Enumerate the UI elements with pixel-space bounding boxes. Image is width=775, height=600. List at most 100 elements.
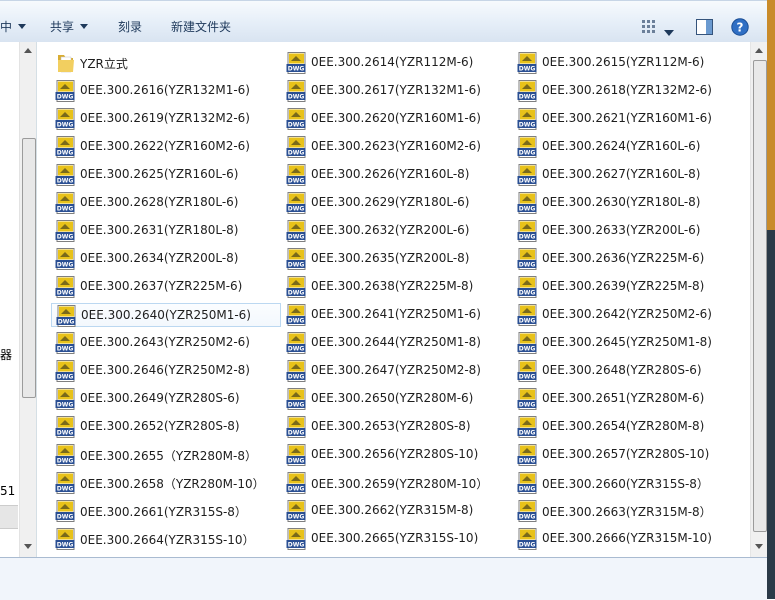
svg-text:DWG: DWG [288,402,305,409]
file-item[interactable]: DWG 0EE.300.2629(YZR180L-6) [282,191,512,215]
file-name: 0EE.300.2618(YZR132M2-6) [542,83,712,97]
dwg-file-icon: DWG [286,164,308,186]
dwg-file-icon: DWG [55,500,77,522]
nav-scrollbar[interactable] [19,42,36,557]
dwg-file-icon: DWG [517,220,539,242]
file-item[interactable]: DWG 0EE.300.2640(YZR250M1-6) [51,303,281,327]
preview-pane-icon[interactable] [696,19,713,38]
file-item[interactable]: DWG 0EE.300.2651(YZR280M-6) [513,387,743,411]
view-options-chevron-down-icon[interactable] [664,25,674,39]
background-window-strip [767,0,775,230]
file-item[interactable]: DWG 0EE.300.2660(YZR315S-8） [513,471,743,495]
file-name: 0EE.300.2623(YZR160M2-6) [311,139,481,153]
file-name: 0EE.300.2663(YZR315M-8） [542,505,712,519]
file-item[interactable]: DWG 0EE.300.2625(YZR160L-6) [51,163,281,187]
folder-item[interactable]: YZR立式 [51,51,281,75]
file-item[interactable]: DWG 0EE.300.2639(YZR225M-8) [513,275,743,299]
file-item[interactable]: DWG 0EE.300.2630(YZR180L-8) [513,191,743,215]
file-item[interactable]: DWG 0EE.300.2653(YZR280S-8) [282,415,512,439]
file-item[interactable]: DWG 0EE.300.2638(YZR225M-8) [282,275,512,299]
file-item[interactable]: DWG 0EE.300.2659(YZR280M-10） [282,471,512,495]
file-item[interactable]: DWG 0EE.300.2666(YZR315M-10) [513,527,743,551]
file-item[interactable]: DWG 0EE.300.2652(YZR280S-8) [51,415,281,439]
file-list-scrollbar[interactable] [750,42,768,557]
file-item[interactable]: DWG 0EE.300.2615(YZR112M-6) [513,51,743,75]
file-item[interactable]: DWG 0EE.300.2620(YZR160M1-6) [282,107,512,131]
file-list-scrollbar-thumb[interactable] [753,60,767,532]
file-item[interactable]: DWG 0EE.300.2635(YZR200L-8) [282,247,512,271]
file-item[interactable]: DWG 0EE.300.2637(YZR225M-6) [51,275,281,299]
file-name: 0EE.300.2615(YZR112M-6) [542,55,705,69]
svg-text:DWG: DWG [57,430,74,437]
file-item[interactable]: DWG 0EE.300.2656(YZR280S-10) [282,443,512,467]
file-item[interactable]: DWG 0EE.300.2648(YZR280S-6) [513,359,743,383]
organize-button[interactable]: 中 [0,1,27,42]
file-item[interactable]: DWG 0EE.300.2616(YZR132M1-6) [51,79,281,103]
file-name: 0EE.300.2614(YZR112M-6) [311,55,474,69]
file-item[interactable]: DWG 0EE.300.2650(YZR280M-6) [282,387,512,411]
nav-item-partial[interactable]: 器 [0,346,12,363]
file-item[interactable]: DWG 0EE.300.2622(YZR160M2-6) [51,135,281,159]
file-name: 0EE.300.2634(YZR200L-8) [80,251,239,265]
file-item[interactable]: DWG 0EE.300.2623(YZR160M2-6) [282,135,512,159]
file-item[interactable]: DWG 0EE.300.2631(YZR180L-8) [51,219,281,243]
file-item[interactable]: DWG 0EE.300.2636(YZR225M-6) [513,247,743,271]
file-item[interactable]: DWG 0EE.300.2619(YZR132M2-6) [51,107,281,131]
file-item[interactable]: DWG 0EE.300.2644(YZR250M1-8) [282,331,512,355]
file-name: 0EE.300.2621(YZR160M1-6) [542,111,712,125]
file-name: 0EE.300.2665(YZR315S-10) [311,531,479,545]
file-item[interactable]: DWG 0EE.300.2657(YZR280S-10) [513,443,743,467]
file-item[interactable]: DWG 0EE.300.2658（YZR280M-10） [51,471,281,495]
scroll-down-icon[interactable] [24,544,32,549]
file-name: 0EE.300.2664(YZR315S-10） [80,533,255,547]
file-item[interactable]: DWG 0EE.300.2634(YZR200L-8) [51,247,281,271]
file-item[interactable]: DWG 0EE.300.2661(YZR315S-8） [51,499,281,523]
file-item[interactable]: DWG 0EE.300.2632(YZR200L-6) [282,219,512,243]
scroll-down-icon[interactable] [755,544,763,549]
file-item[interactable]: DWG 0EE.300.2662(YZR315M-8) [282,499,512,523]
share-button[interactable]: 共享 [50,1,89,42]
svg-text:DWG: DWG [288,150,305,157]
file-item[interactable]: DWG 0EE.300.2665(YZR315S-10) [282,527,512,551]
file-item[interactable]: DWG 0EE.300.2654(YZR280M-8) [513,415,743,439]
file-item[interactable]: DWG 0EE.300.2624(YZR160L-6) [513,135,743,159]
file-name: 0EE.300.2624(YZR160L-6) [542,139,701,153]
file-item[interactable]: DWG 0EE.300.2643(YZR250M2-6) [51,331,281,355]
file-name: 0EE.300.2636(YZR225M-6) [542,251,705,265]
dwg-file-icon: DWG [517,388,539,410]
dwg-file-icon: DWG [517,136,539,158]
file-item[interactable]: DWG 0EE.300.2627(YZR160L-8) [513,163,743,187]
svg-text:DWG: DWG [288,542,305,549]
svg-text:DWG: DWG [288,374,305,381]
file-item[interactable]: DWG 0EE.300.2621(YZR160M1-6) [513,107,743,131]
scroll-up-icon[interactable] [755,48,763,53]
svg-text:DWG: DWG [288,430,305,437]
help-icon[interactable]: ? [731,18,749,39]
nav-selected-item[interactable] [0,505,18,529]
file-item[interactable]: DWG 0EE.300.2633(YZR200L-6) [513,219,743,243]
file-item[interactable]: DWG 0EE.300.2628(YZR180L-6) [51,191,281,215]
file-item[interactable]: DWG 0EE.300.2664(YZR315S-10） [51,527,281,551]
view-tiles-icon[interactable] [641,19,657,38]
svg-text:DWG: DWG [519,542,536,549]
new-folder-button[interactable]: 新建文件夹 [171,1,231,42]
file-item[interactable]: DWG 0EE.300.2646(YZR250M2-8) [51,359,281,383]
burn-button[interactable]: 刻录 [118,1,142,42]
nav-item-partial-2[interactable]: 51 [0,484,15,498]
dwg-file-icon: DWG [55,444,77,466]
file-item[interactable]: DWG 0EE.300.2641(YZR250M1-6) [282,303,512,327]
file-item[interactable]: DWG 0EE.300.2649(YZR280S-6) [51,387,281,411]
file-item[interactable]: DWG 0EE.300.2618(YZR132M2-6) [513,79,743,103]
scroll-up-icon[interactable] [24,48,32,53]
file-item[interactable]: DWG 0EE.300.2645(YZR250M1-8) [513,331,743,355]
file-item[interactable]: DWG 0EE.300.2663(YZR315M-8） [513,499,743,523]
nav-scrollbar-thumb[interactable] [22,138,36,398]
file-item[interactable]: DWG 0EE.300.2642(YZR250M2-6) [513,303,743,327]
file-item[interactable]: DWG 0EE.300.2617(YZR132M1-6) [282,79,512,103]
file-item[interactable]: DWG 0EE.300.2655（YZR280M-8） [51,443,281,467]
file-item[interactable]: DWG 0EE.300.2614(YZR112M-6) [282,51,512,75]
file-item[interactable]: DWG 0EE.300.2626(YZR160L-8) [282,163,512,187]
dwg-file-icon: DWG [517,248,539,270]
svg-text:DWG: DWG [288,206,305,213]
file-item[interactable]: DWG 0EE.300.2647(YZR250M2-8) [282,359,512,383]
